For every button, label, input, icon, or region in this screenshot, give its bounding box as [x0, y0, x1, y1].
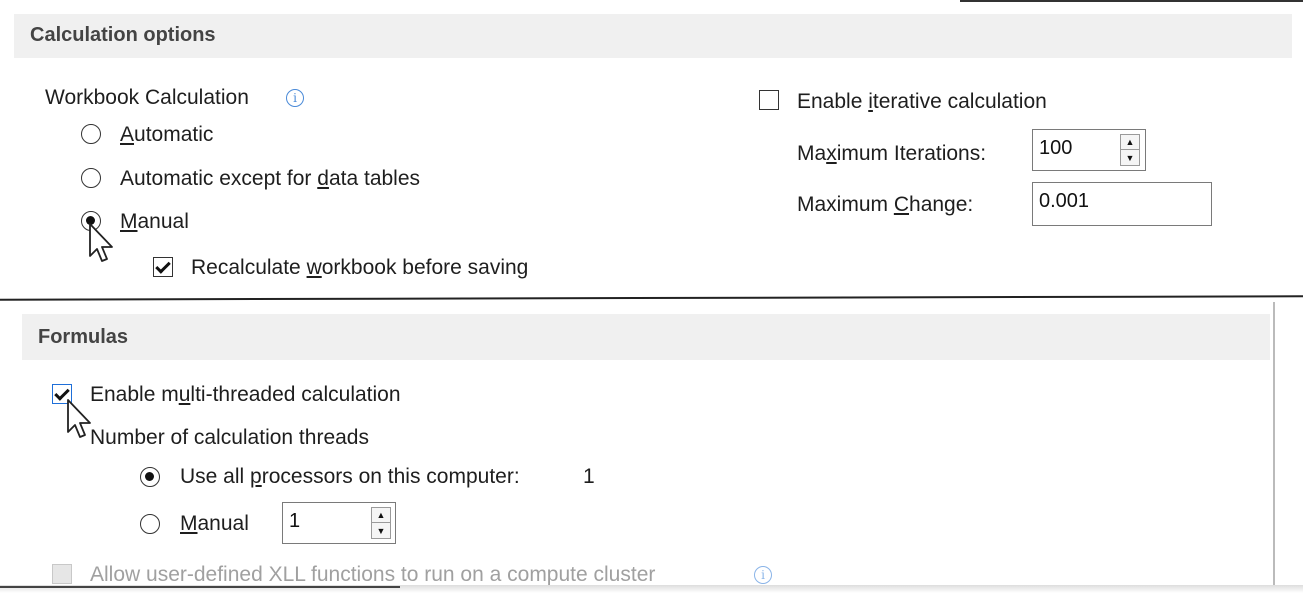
spin-up-icon[interactable]: ▲: [372, 508, 390, 523]
manual-threads-value: 1: [289, 510, 301, 532]
spin-down-icon[interactable]: ▼: [1121, 150, 1139, 165]
info-icon: i: [286, 89, 304, 107]
label-manual[interactable]: Manual: [120, 210, 189, 234]
processor-count: 1: [583, 465, 595, 488]
label-automatic[interactable]: Automatic: [120, 123, 213, 147]
radio-automatic-except-tables[interactable]: [81, 168, 101, 188]
radio-use-all-processors[interactable]: [140, 467, 160, 487]
workbook-calculation-label: Workbook Calculation: [45, 86, 249, 109]
label-recalculate-before-saving[interactable]: Recalculate workbook before saving: [191, 256, 528, 280]
manual-threads-spinner[interactable]: ▲ ▼: [371, 507, 391, 539]
radio-automatic[interactable]: [81, 124, 101, 144]
label-use-all-processors[interactable]: Use all processors on this computer:: [180, 465, 520, 489]
label-allow-xll-cluster: Allow user-defined XLL functions to run …: [90, 563, 656, 586]
label-enable-iterative[interactable]: Enable iterative calculation: [797, 90, 1047, 114]
formulas-title: Formulas: [38, 326, 129, 348]
maximum-iterations-value: 100: [1039, 137, 1073, 159]
maximum-iterations-spinner[interactable]: ▲ ▼: [1120, 134, 1140, 166]
label-manual-threads[interactable]: Manual: [180, 512, 249, 536]
checkbox-allow-xll-cluster: [52, 564, 72, 584]
label-multithreaded[interactable]: Enable multi-threaded calculation: [90, 383, 401, 407]
label-number-of-threads: Number of calculation threads: [90, 426, 369, 449]
checkbox-recalculate-before-saving[interactable]: [153, 257, 173, 277]
top-shadow-line: [960, 0, 1303, 2]
checkbox-enable-iterative[interactable]: [759, 90, 779, 110]
calculation-options-title: Calculation options: [30, 24, 216, 46]
calculation-options-header: Calculation options: [14, 14, 1292, 58]
calculation-options-panel: Calculation options Workbook Calculation…: [0, 0, 1303, 298]
spin-up-icon[interactable]: ▲: [1121, 135, 1139, 150]
radio-manual-threads[interactable]: [140, 514, 160, 534]
info-icon: i: [754, 566, 772, 584]
label-maximum-change: Maximum Change:: [797, 193, 974, 216]
spin-down-icon[interactable]: ▼: [372, 523, 390, 538]
label-automatic-except-tables[interactable]: Automatic except for data tables: [120, 167, 420, 191]
bottom-edge-line: [0, 586, 400, 588]
mouse-cursor-icon: [89, 223, 113, 262]
label-maximum-iterations: Maximum Iterations:: [797, 142, 987, 165]
formulas-header: Formulas: [22, 314, 1270, 360]
maximum-change-value: 0.001: [1039, 190, 1090, 212]
maximum-change-input[interactable]: 0.001: [1032, 182, 1212, 226]
formulas-panel: Formulas Enable multi-threaded calculati…: [10, 302, 1275, 586]
